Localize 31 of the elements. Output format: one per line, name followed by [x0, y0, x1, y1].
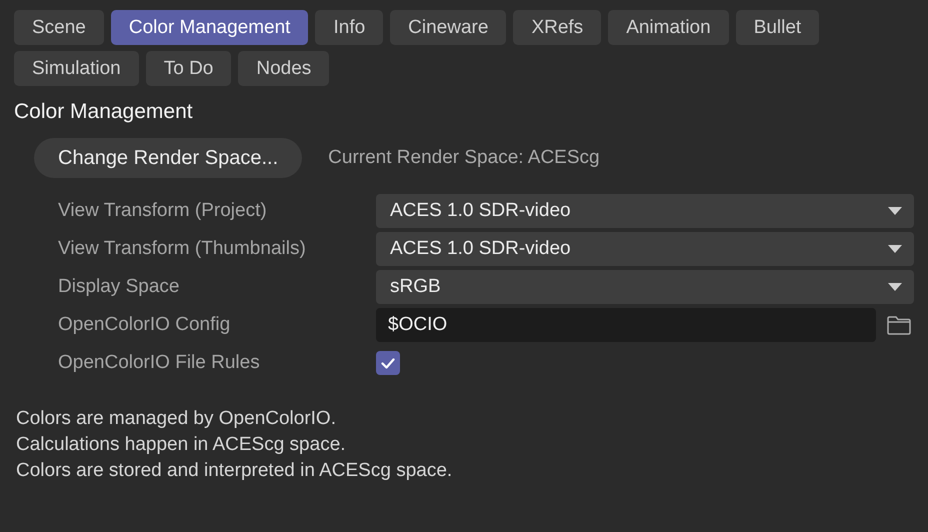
tab[interactable]: Scene [14, 10, 104, 45]
dropdown[interactable]: sRGB [376, 270, 914, 304]
path-field[interactable]: $OCIO [376, 308, 876, 342]
setting-label: OpenColorIO File Rules [58, 352, 261, 374]
tab[interactable]: XRefs [513, 10, 602, 45]
tab[interactable]: Nodes [238, 51, 330, 86]
section-title: Color Management [14, 100, 194, 124]
caret-icon [888, 207, 902, 215]
caret-icon [888, 245, 902, 253]
tab[interactable]: Info [315, 10, 384, 45]
checkbox[interactable] [376, 351, 400, 375]
current-render-space: Current Render Space: ACEScg [328, 147, 600, 169]
info-text: Colors are managed by OpenColorIO. [16, 408, 337, 430]
caret-icon [888, 283, 902, 291]
tab[interactable]: Cineware [390, 10, 506, 45]
info-text: Colors are stored and interpreted in ACEScg space. [16, 460, 454, 482]
info-text: Calculations happen in ACEScg space. [16, 434, 347, 456]
tab[interactable]: Color Management [110, 10, 308, 45]
dropdown[interactable]: ACES 1.0 SDR-video [376, 194, 914, 228]
setting-label: View Transform (Thumbnails) [58, 238, 307, 260]
tab[interactable]: Bullet [736, 10, 820, 45]
tab[interactable]: Simulation [14, 51, 139, 86]
dropdown[interactable]: ACES 1.0 SDR-video [376, 232, 914, 266]
change-render-space-button[interactable]: Change Render Space... [34, 138, 302, 178]
folder-icon[interactable] [887, 316, 911, 334]
setting-label: Display Space [58, 276, 180, 298]
tab[interactable]: To Do [146, 51, 232, 86]
tab[interactable]: Animation [608, 10, 729, 45]
check-icon [381, 358, 395, 368]
setting-label: View Transform (Project) [58, 200, 268, 222]
setting-label: OpenColorIO Config [58, 314, 232, 336]
